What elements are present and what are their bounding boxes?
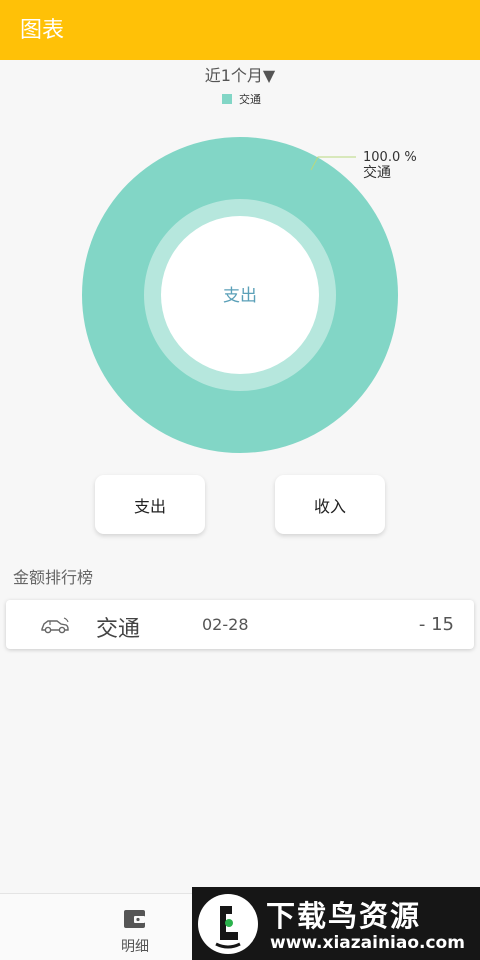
watermark-banner: 下载鸟资源 www.xiazainiao.com bbox=[192, 887, 480, 960]
legend-label: 交通 bbox=[239, 93, 261, 106]
donut-center-label: 支出 bbox=[223, 286, 257, 306]
donut-chart[interactable]: 支出 100.0 % 交通 bbox=[0, 120, 480, 470]
expense-button[interactable]: 支出 bbox=[95, 475, 205, 534]
page-title: 图表 bbox=[20, 18, 65, 43]
watermark-url: www.xiazainiao.com bbox=[270, 933, 465, 953]
income-button[interactable]: 收入 bbox=[275, 475, 385, 534]
ranking-category: 交通 bbox=[96, 617, 141, 642]
ranking-title: 金额排行榜 bbox=[13, 568, 94, 587]
nav-label-details: 明细 bbox=[121, 939, 149, 955]
bird-logo-icon bbox=[198, 894, 258, 954]
period-selector[interactable]: 近1个月▼ bbox=[0, 62, 480, 86]
car-icon bbox=[41, 617, 69, 634]
legend-swatch bbox=[222, 94, 232, 104]
ranking-date: 02-28 bbox=[202, 615, 249, 634]
ranking-amount: - 15 bbox=[418, 614, 454, 635]
watermark-title: 下载鸟资源 bbox=[266, 899, 422, 933]
ranking-row[interactable]: 交通 02-28 - 15 bbox=[6, 600, 474, 649]
slice-name-label: 交通 bbox=[363, 164, 391, 181]
wallet-icon bbox=[124, 910, 145, 928]
app-bar: 图表 bbox=[0, 0, 480, 60]
chart-legend: 交通 bbox=[222, 92, 261, 106]
slice-value-label: 100.0 % bbox=[363, 150, 417, 165]
nav-item-details[interactable]: 明细 bbox=[104, 906, 166, 956]
